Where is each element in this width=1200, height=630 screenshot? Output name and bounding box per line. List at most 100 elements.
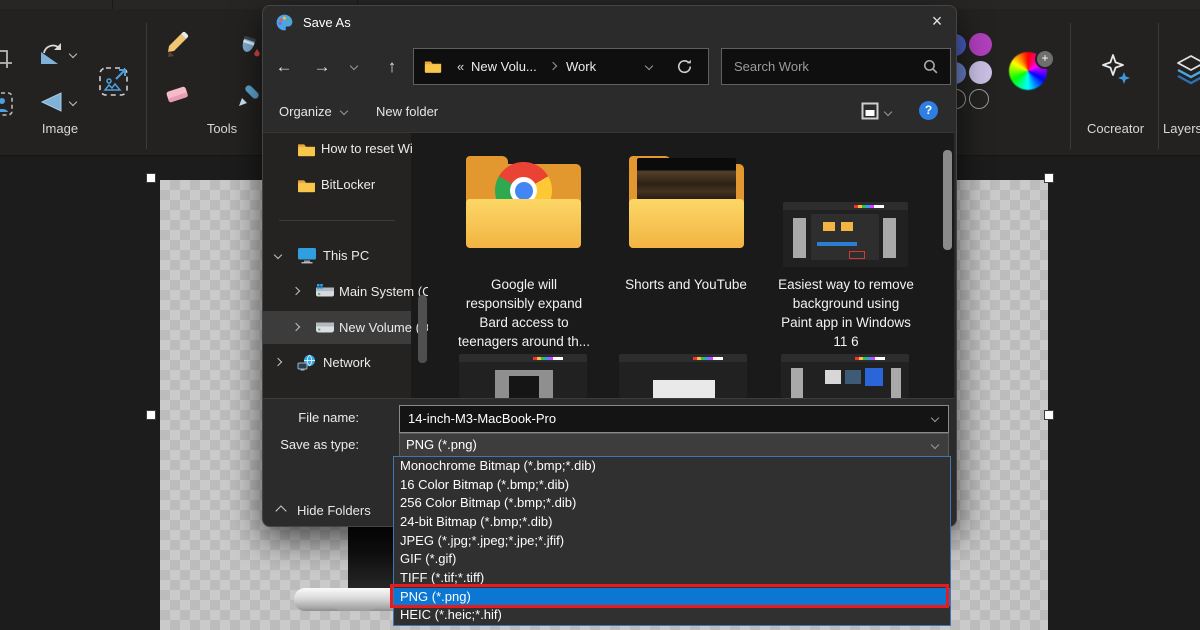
sidebar-item-this-pc[interactable]: This PC xyxy=(323,248,369,264)
new-folder-button[interactable]: New folder xyxy=(376,104,438,119)
help-button[interactable]: ? xyxy=(919,101,938,120)
selection-handle-top-right[interactable] xyxy=(1044,173,1054,183)
tab-divider xyxy=(112,0,113,9)
mini-titlebar xyxy=(781,354,909,362)
sidebar-divider xyxy=(279,220,395,221)
mini-colors xyxy=(693,357,723,360)
format-option-24bit-bmp[interactable]: 24-bit Bitmap (*.bmp;*.dib) xyxy=(394,513,950,532)
resize-image-icon[interactable] xyxy=(97,65,130,98)
mini-canvas-left xyxy=(793,218,806,258)
file-name-dropdown-chevron-icon[interactable] xyxy=(931,414,939,422)
flip-dropdown-chevron-icon[interactable] xyxy=(69,98,77,106)
file-item-folder-thumbnail[interactable] xyxy=(629,155,744,248)
color-swatch-empty[interactable] xyxy=(969,89,989,109)
back-icon[interactable]: ← xyxy=(273,56,295,78)
forward-icon[interactable]: → xyxy=(311,56,333,78)
view-mode-icon xyxy=(861,102,879,120)
hide-folders-button[interactable]: Hide Folders xyxy=(271,498,401,524)
macbook-image-notch xyxy=(333,602,377,611)
network-icon xyxy=(297,354,317,376)
cocreator-button[interactable]: Cocreator xyxy=(1068,121,1163,136)
refresh-icon[interactable] xyxy=(676,58,693,80)
view-mode-caret-icon[interactable] xyxy=(884,108,892,116)
paint-app-window: Image Tools + Cocreator xyxy=(0,0,1200,630)
format-option-monochrome-bmp[interactable]: Monochrome Bitmap (*.bmp;*.dib) xyxy=(394,457,950,476)
address-bar[interactable]: « New Volu... Work xyxy=(413,48,709,85)
format-option-16color-bmp[interactable]: 16 Color Bitmap (*.bmp;*.dib) xyxy=(394,476,950,495)
rotate-dropdown-chevron-icon[interactable] xyxy=(69,50,77,58)
organize-button[interactable]: Organize xyxy=(279,104,347,119)
crop-icon[interactable] xyxy=(0,44,14,70)
file-name-input[interactable]: 14-inch-M3-MacBook-Pro xyxy=(399,405,949,433)
file-item-label[interactable]: Shorts and YouTube xyxy=(606,275,766,294)
file-item-label[interactable]: Easiest way to remove background using P… xyxy=(778,275,914,351)
sidebar-item-how-to-reset[interactable]: How to reset Wi xyxy=(321,141,413,157)
search-input[interactable]: Search Work xyxy=(721,48,951,85)
hide-folders-label: Hide Folders xyxy=(297,503,371,518)
folder-icon xyxy=(297,142,316,162)
close-icon[interactable]: × xyxy=(925,11,949,33)
sidebar-item-bitlocker[interactable]: BitLocker xyxy=(321,177,375,193)
file-item-folder-thumbnail[interactable] xyxy=(466,155,581,248)
mini-tile xyxy=(845,370,861,384)
breadcrumb-parent[interactable]: New Volu... xyxy=(471,49,537,84)
pencil-icon[interactable] xyxy=(162,30,190,58)
mini-folder xyxy=(823,222,835,231)
add-color-plus-icon[interactable]: + xyxy=(1035,49,1055,69)
file-thumbnail-partial[interactable] xyxy=(619,354,747,398)
flip-icon[interactable] xyxy=(38,88,66,116)
selection-icon[interactable] xyxy=(0,91,14,117)
breadcrumb-separator-chevron-icon xyxy=(549,62,557,70)
folder-photo-preview xyxy=(637,158,736,200)
save-type-combobox[interactable]: PNG (*.png) xyxy=(399,433,949,458)
save-type-dropdown-chevron-icon[interactable] xyxy=(931,441,939,449)
file-list: Google will responsibly expand Bard acce… xyxy=(428,133,954,398)
folder-icon xyxy=(297,178,316,198)
up-icon[interactable]: ↑ xyxy=(381,56,403,78)
mini-folder xyxy=(841,222,853,231)
color-swatch-lavender[interactable] xyxy=(969,61,992,84)
sidebar-item-new-volume[interactable]: New Volume (D xyxy=(339,320,429,336)
breadcrumb-root-glyph[interactable]: « xyxy=(457,49,464,84)
sidebar-scrollbar[interactable] xyxy=(418,295,427,363)
ribbon-group-image-label: Image xyxy=(10,121,110,136)
selection-handle-left-middle[interactable] xyxy=(146,410,156,420)
search-icon[interactable] xyxy=(922,58,939,80)
file-list-scrollbar[interactable] xyxy=(943,150,952,250)
sidebar-item-network[interactable]: Network xyxy=(323,355,371,371)
this-pc-icon xyxy=(297,247,317,269)
recent-locations-chevron-icon[interactable] xyxy=(350,62,358,70)
explorer-pane: How to reset Wi BitLocker This PC Main S… xyxy=(263,132,954,399)
eraser-icon[interactable] xyxy=(163,80,191,108)
layers-icon[interactable] xyxy=(1172,50,1200,88)
network-expand-chevron-icon[interactable] xyxy=(274,358,282,366)
rotate-icon[interactable] xyxy=(38,40,66,68)
cocreator-sparkle-icon[interactable] xyxy=(1096,50,1134,88)
ribbon-divider xyxy=(1158,23,1159,149)
mini-red-box xyxy=(849,251,865,259)
layers-button[interactable]: Layers xyxy=(1160,121,1200,136)
color-picker-icon[interactable] xyxy=(235,82,263,110)
this-pc-expand-chevron-icon[interactable] xyxy=(274,251,282,259)
file-item-image-thumbnail[interactable] xyxy=(783,202,908,267)
format-option-heic[interactable]: HEIC (*.heic;*.hif) xyxy=(394,606,950,625)
format-option-gif[interactable]: GIF (*.gif) xyxy=(394,550,950,569)
ribbon-group-tools-label: Tools xyxy=(172,121,272,136)
organize-caret-icon xyxy=(340,107,348,115)
format-option-jpeg[interactable]: JPEG (*.jpg;*.jpeg;*.jpe;*.jfif) xyxy=(394,532,950,551)
selection-handle-top-left[interactable] xyxy=(146,173,156,183)
mini-colors xyxy=(533,357,563,360)
selection-handle-right-middle[interactable] xyxy=(1044,410,1054,420)
file-thumbnail-partial[interactable] xyxy=(459,354,587,398)
fill-bucket-icon[interactable] xyxy=(234,33,262,61)
search-placeholder: Search Work xyxy=(734,49,809,84)
file-item-label[interactable]: Google will responsibly expand Bard acce… xyxy=(456,275,592,351)
format-option-256color-bmp[interactable]: 256 Color Bitmap (*.bmp;*.dib) xyxy=(394,494,950,513)
address-dropdown-chevron-icon[interactable] xyxy=(645,62,653,70)
view-mode-button[interactable] xyxy=(861,102,879,125)
breadcrumb-current[interactable]: Work xyxy=(566,49,596,84)
file-thumbnail-partial[interactable] xyxy=(781,354,909,398)
main-system-expand-chevron-icon[interactable] xyxy=(292,287,300,295)
mini-tile xyxy=(825,370,841,384)
color-swatch-magenta[interactable] xyxy=(969,33,992,56)
